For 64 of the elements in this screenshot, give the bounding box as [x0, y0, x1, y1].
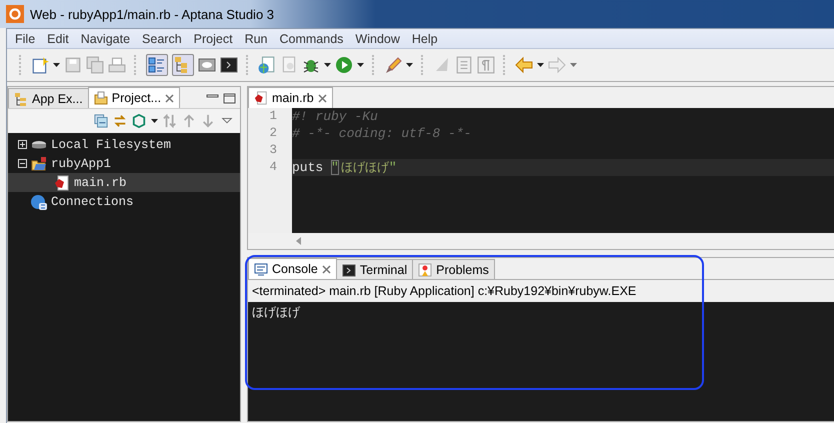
close-icon[interactable] — [322, 264, 331, 274]
tree-item[interactable]: main.rb — [8, 173, 240, 192]
layout-icon[interactable] — [146, 54, 168, 76]
tab[interactable]: Console — [248, 258, 337, 279]
code-line: # -*- coding: utf-8 -*- — [292, 125, 472, 142]
menu-item[interactable]: Search — [136, 32, 188, 46]
scroll-left-icon[interactable] — [296, 237, 301, 245]
new-file-icon[interactable] — [31, 56, 49, 74]
brush-icon[interactable] — [384, 56, 402, 74]
ruby-file-icon — [254, 91, 268, 105]
code-line: #! ruby -Ku — [292, 108, 379, 125]
console-output: ほげほげ — [252, 304, 302, 321]
cube-icon[interactable] — [132, 114, 146, 128]
play-icon[interactable] — [335, 56, 353, 74]
line-number: 3 — [268, 142, 278, 159]
sync-arrows-icon[interactable] — [113, 114, 127, 128]
globe-icon — [31, 194, 47, 210]
menu-item[interactable]: File — [9, 32, 42, 46]
menu-item[interactable]: Project — [188, 32, 239, 46]
line-number: 2 — [268, 125, 278, 142]
close-icon[interactable] — [165, 94, 174, 102]
menu-item[interactable]: Edit — [41, 32, 75, 46]
window-title: Web - rubyApp1/main.rb - Aptana Studio 3 — [30, 6, 274, 22]
caret-icon[interactable] — [406, 63, 413, 67]
folder-icon — [94, 91, 108, 105]
tab[interactable]: main.rb — [248, 87, 333, 108]
caret-icon[interactable] — [151, 119, 158, 123]
pilcrow-icon[interactable] — [477, 56, 495, 74]
tree-item[interactable]: Local Filesystem — [8, 135, 240, 154]
menu-item[interactable]: Window — [349, 32, 406, 46]
line-number: 4 — [268, 159, 278, 176]
gear-icon[interactable] — [6, 5, 24, 23]
preview-icon[interactable] — [198, 56, 216, 74]
maximize-icon[interactable] — [223, 93, 236, 104]
tab[interactable]: App Ex... — [8, 88, 89, 108]
terminal-icon — [342, 262, 356, 276]
ruby-file-icon — [54, 174, 70, 190]
console-status: <terminated> main.rb [Ruby Application] c:¥Ruby192¥bin¥rubyw.EXE — [252, 284, 636, 298]
folder-tree-icon — [14, 92, 28, 106]
plus-icon[interactable] — [18, 140, 27, 149]
caret-icon[interactable] — [324, 63, 331, 67]
printer-icon[interactable] — [108, 56, 126, 74]
line-number: 1 — [268, 108, 278, 125]
caret-icon[interactable] — [537, 63, 544, 67]
terminal-icon[interactable] — [220, 56, 238, 74]
tab[interactable]: Terminal — [336, 259, 414, 279]
menu-item[interactable]: Run — [238, 32, 274, 46]
folder-tree-icon[interactable] — [172, 54, 194, 76]
tab[interactable]: Problems — [412, 259, 495, 279]
tree-item[interactable]: rubyApp1 — [8, 154, 240, 173]
tree-item[interactable]: Connections — [8, 192, 240, 211]
project-folder-icon — [31, 156, 47, 172]
tab[interactable]: Project... — [88, 87, 180, 108]
close-icon[interactable] — [318, 94, 327, 102]
globe-page-icon[interactable] — [258, 56, 276, 74]
menu-item[interactable]: Navigate — [74, 32, 136, 46]
caret-icon[interactable] — [53, 63, 60, 67]
caret-icon[interactable] — [357, 63, 364, 67]
minus-icon[interactable] — [18, 159, 27, 168]
collapse-icon[interactable] — [94, 114, 108, 128]
menu-item[interactable]: Help — [406, 32, 444, 46]
monitor-icon — [254, 262, 268, 276]
warning-icon — [418, 262, 432, 276]
menu-item[interactable]: Commands — [274, 32, 350, 46]
